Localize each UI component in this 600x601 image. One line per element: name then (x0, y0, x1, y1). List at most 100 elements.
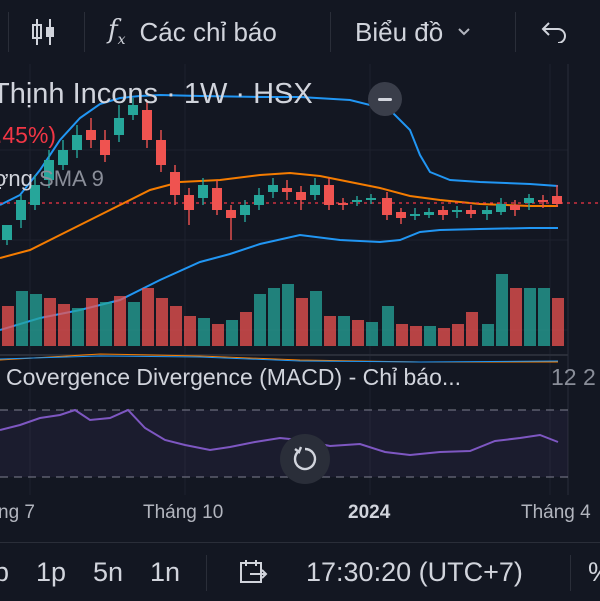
volume-bar (156, 298, 168, 346)
volume-bar (100, 302, 112, 346)
candle-body (538, 200, 548, 202)
clock-timezone[interactable]: 17:30:20 (UTC+7) (306, 543, 523, 601)
volume-bar (170, 306, 182, 346)
volume-bar (226, 320, 238, 346)
volume-bar (310, 291, 322, 346)
volume-bar (496, 274, 508, 346)
candle-body (170, 172, 180, 195)
volume-bar (510, 288, 522, 346)
interval-button[interactable]: 1n (150, 543, 180, 601)
candle-body (226, 210, 236, 218)
volume-bar (44, 298, 56, 346)
candle-body (438, 210, 448, 215)
symbol-title[interactable]: Thịnh Incons · 1W · HSX (0, 78, 313, 111)
toolbar-divider (515, 12, 516, 52)
volume-bar (142, 288, 154, 346)
chevron-down-icon (458, 28, 470, 36)
candle-body (466, 210, 476, 214)
undo-button[interactable] (540, 0, 568, 64)
candle-body (86, 130, 96, 140)
volume-bar (396, 324, 408, 346)
candle-body (552, 196, 562, 204)
volume-bar (424, 326, 436, 346)
volume-bar (16, 291, 28, 346)
toolbar-divider (84, 12, 85, 52)
volume-bar (352, 320, 364, 346)
candle-body (240, 205, 250, 215)
volume-bar (524, 288, 536, 346)
volume-bar (366, 322, 378, 346)
volume-bar (382, 306, 394, 346)
time-axis-label: Tháng 4 (521, 502, 591, 523)
chart-type-button[interactable]: Biểu đồ (355, 0, 471, 64)
volume-bar (184, 316, 196, 346)
candle-body (482, 210, 492, 214)
bottom-divider (570, 555, 571, 591)
volume-bar (282, 284, 294, 346)
collapse-legend-button[interactable] (368, 82, 402, 116)
candle-body (254, 195, 264, 205)
candle-body (410, 214, 420, 216)
volume-bar (128, 302, 140, 346)
candle-body (524, 198, 534, 203)
volume-bar (538, 288, 550, 346)
sma-label: SMA 9 (39, 166, 104, 191)
volume-bar (240, 312, 252, 346)
bottom-toolbar: p 1p 5n 1n 17:30:20 (UTC+7) % (0, 542, 600, 601)
toolbar-divider (8, 12, 9, 52)
reset-chart-button[interactable] (280, 434, 330, 484)
volume-bar (324, 316, 336, 346)
candle-body (114, 118, 124, 135)
volume-label: ợng (0, 166, 33, 191)
candle-body (282, 188, 292, 192)
candle-body (296, 192, 306, 200)
candle-body (382, 198, 392, 215)
bottom-divider (206, 555, 207, 591)
top-toolbar: fx Các chỉ báo Biểu đồ (0, 0, 600, 64)
volume-bar (2, 306, 14, 346)
candle-body (142, 110, 152, 140)
candle-body (424, 212, 434, 215)
date-range-button[interactable] (238, 543, 268, 601)
calendar-goto-icon (240, 560, 268, 583)
volume-bar (338, 316, 350, 346)
candle-body (366, 198, 376, 200)
interval-button[interactable]: 5n (93, 543, 123, 601)
reset-icon (293, 446, 317, 471)
interval-button[interactable]: 1p (36, 543, 66, 601)
undo-icon (541, 22, 566, 43)
toolbar-divider (330, 12, 331, 52)
volume-bar (58, 304, 70, 346)
candle-body (352, 200, 362, 202)
volume-bar (452, 324, 464, 346)
macd-params: 12 2 (551, 364, 596, 390)
candle-body (212, 188, 222, 210)
candles-chart-type-icon[interactable] (30, 0, 58, 64)
volume-bar (30, 294, 42, 346)
volume-bar (482, 324, 494, 346)
volume-bar (268, 288, 280, 346)
volume-bar (86, 298, 98, 346)
volume-bar (552, 298, 564, 346)
indicator-legend[interactable]: ợng SMA 9 (0, 166, 104, 192)
fx-icon: fx (108, 15, 126, 49)
volume-bar (198, 318, 210, 346)
candle-body (268, 185, 278, 192)
volume-bar (114, 296, 126, 346)
time-axis-label-year: 2024 (348, 502, 391, 523)
volume-bar (254, 294, 266, 346)
indicators-button[interactable]: fx Các chỉ báo (108, 0, 277, 64)
volume-bar (410, 326, 422, 346)
price-change-percent: .45%) (0, 122, 57, 148)
candle-body (156, 140, 166, 165)
chart-type-label: Biểu đồ (355, 16, 444, 47)
volume-bar (212, 324, 224, 346)
candle-body (72, 135, 82, 150)
percent-scale-button[interactable]: % (588, 543, 600, 601)
volume-bar (72, 308, 84, 346)
candle-body (2, 225, 12, 240)
macd-title[interactable]: Covergence Divergence (MACD) - Chỉ báo..… (6, 364, 461, 391)
volume-bar (466, 312, 478, 346)
interval-button[interactable]: p (0, 543, 9, 601)
minus-icon (378, 97, 392, 101)
